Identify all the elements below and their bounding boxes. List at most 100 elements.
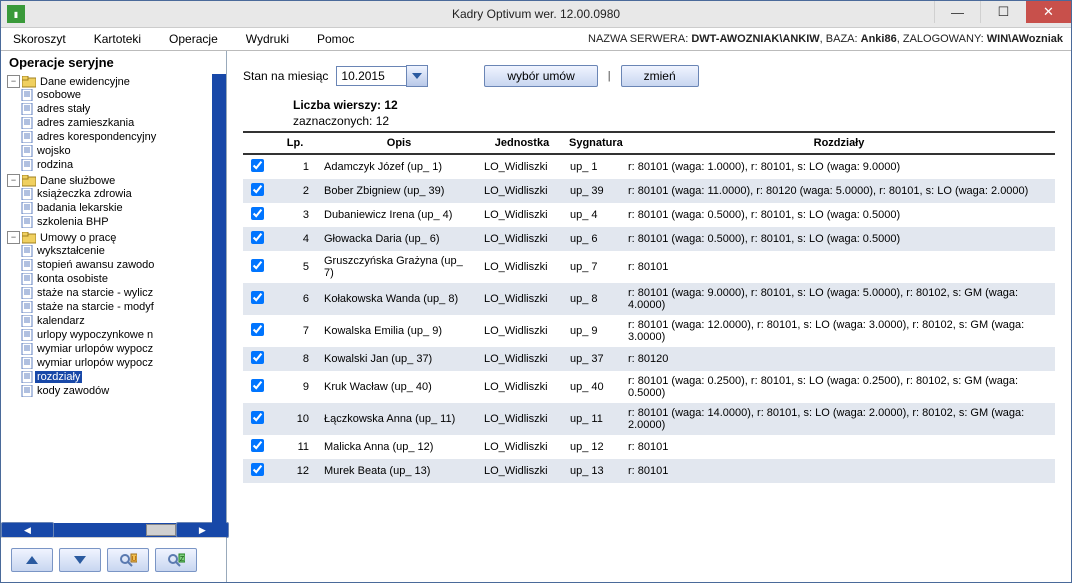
tree-item[interactable]: rodzina	[21, 159, 212, 171]
sidebar-hscroll[interactable]: ◀ ▶	[1, 523, 226, 537]
tree-group[interactable]: −Dane ewidencyjne	[7, 75, 212, 88]
table-wrap: Lp. Opis Jednostka Sygnatura Rozdziały 1…	[243, 133, 1055, 483]
cell-lp: 8	[271, 347, 319, 371]
table-row[interactable]: 8Kowalski Jan (up_ 37)LO_Widliszkiup_ 37…	[243, 347, 1055, 371]
tree-item[interactable]: kody zawodów	[21, 385, 212, 397]
row-checkbox-cell	[243, 347, 271, 371]
tree-item[interactable]: staże na starcie - modyf	[21, 301, 212, 313]
table-row[interactable]: 4Głowacka Daria (up_ 6)LO_Widliszkiup_ 6…	[243, 227, 1055, 251]
row-checkbox[interactable]	[251, 183, 264, 196]
table-row[interactable]: 1Adamczyk Józef (up_ 1)LO_Widliszkiup_ 1…	[243, 154, 1055, 179]
row-checkbox[interactable]	[251, 323, 264, 336]
cell-lp: 6	[271, 283, 319, 315]
row-checkbox-cell	[243, 227, 271, 251]
tree-item[interactable]: konta osobiste	[21, 273, 212, 285]
row-checkbox[interactable]	[251, 439, 264, 452]
row-checkbox[interactable]	[251, 291, 264, 304]
col-sygnatura: Sygnatura	[565, 133, 623, 154]
hscroll-thumb[interactable]	[146, 524, 176, 536]
row-checkbox[interactable]	[251, 159, 264, 172]
tree-item-label: wymiar urlopów wypocz	[35, 357, 155, 369]
tree-item[interactable]: wymiar urlopów wypocz	[21, 343, 212, 355]
document-icon	[21, 216, 33, 228]
table-row[interactable]: 2Bober Zbigniew (up_ 39)LO_Widliszkiup_ …	[243, 179, 1055, 203]
move-up-button[interactable]	[11, 548, 53, 572]
menu-operacje[interactable]: Operacje	[165, 30, 222, 48]
table-header-row: Lp. Opis Jednostka Sygnatura Rozdziały	[243, 133, 1055, 154]
search-z-button[interactable]: Z	[155, 548, 197, 572]
minimize-button[interactable]: —	[934, 1, 980, 23]
document-icon	[21, 202, 33, 214]
tree-item[interactable]: adres korespondencyjny	[21, 131, 212, 143]
hscroll-left[interactable]: ◀	[1, 522, 54, 538]
tree-scroll-up[interactable]: ▲	[213, 76, 225, 90]
svg-text:U: U	[131, 556, 136, 563]
tree-item[interactable]: szkolenia BHP	[21, 216, 212, 228]
row-checkbox-cell	[243, 251, 271, 283]
row-checkbox[interactable]	[251, 351, 264, 364]
select-contracts-button[interactable]: wybór umów	[484, 65, 597, 87]
table-row[interactable]: 7Kowalska Emilia (up_ 9)LO_Widliszkiup_ …	[243, 315, 1055, 347]
tree-item[interactable]: książeczka zdrowia	[21, 188, 212, 200]
cell-rozdzialy: r: 80101 (waga: 1.0000), r: 80101, s: LO…	[623, 154, 1055, 179]
tree-item[interactable]: kalendarz	[21, 315, 212, 327]
tree-group[interactable]: − Dane służbowe	[7, 174, 212, 187]
table-row[interactable]: 9Kruk Wacław (up_ 40)LO_Widliszkiup_ 40r…	[243, 371, 1055, 403]
move-down-button[interactable]	[59, 548, 101, 572]
table-row[interactable]: 5Gruszczyńska Grażyna (up_ 7)LO_Widliszk…	[243, 251, 1055, 283]
tree-item[interactable]: rozdziały	[21, 371, 212, 383]
menu-pomoc[interactable]: Pomoc	[313, 30, 358, 48]
table-row[interactable]: 10Łączkowska Anna (up_ 11)LO_Widliszkiup…	[243, 403, 1055, 435]
folder-icon	[22, 232, 36, 244]
collapse-icon[interactable]: −	[7, 174, 20, 187]
tree-item[interactable]: wykształcenie	[21, 245, 212, 257]
tree-item[interactable]: wymiar urlopów wypocz	[21, 357, 212, 369]
tree-scroll-down[interactable]: ▼	[213, 507, 225, 521]
maximize-button[interactable]: ☐	[980, 1, 1026, 23]
collapse-icon[interactable]: −	[7, 231, 20, 244]
window-buttons: — ☐ ✕	[934, 1, 1071, 27]
tree-item[interactable]: staże na starcie - wylicz	[21, 287, 212, 299]
month-combo[interactable]	[336, 65, 428, 87]
table-row[interactable]: 6Kołakowska Wanda (up_ 8)LO_Widliszkiup_…	[243, 283, 1055, 315]
tree-item-label: wojsko	[35, 145, 73, 157]
tree-item-label: stopień awansu zawodo	[35, 259, 156, 271]
cell-lp: 9	[271, 371, 319, 403]
tree-item[interactable]: adres stały	[21, 103, 212, 115]
menu-kartoteki[interactable]: Kartoteki	[90, 30, 145, 48]
tree-item-label: adres zamieszkania	[35, 117, 136, 129]
tree-item[interactable]: osobowe	[21, 89, 212, 101]
month-input[interactable]	[336, 66, 406, 86]
table-row[interactable]: 11Malicka Anna (up_ 12)LO_Widliszkiup_ 1…	[243, 435, 1055, 459]
document-icon	[21, 357, 33, 369]
search-u-button[interactable]: U	[107, 548, 149, 572]
row-checkbox[interactable]	[251, 463, 264, 476]
close-button[interactable]: ✕	[1026, 1, 1071, 23]
menu-skoroszyt[interactable]: Skoroszyt	[9, 30, 70, 48]
month-dropdown-icon[interactable]	[406, 65, 428, 87]
collapse-icon[interactable]: −	[7, 75, 20, 88]
tree-view: ▲ ▼ −Dane ewidencyjneosobowe adres stały a…	[1, 74, 226, 523]
filter-row: Stan na miesiąc wybór umów | zmień	[243, 65, 1059, 87]
cell-rozdzialy: r: 80101 (waga: 0.2500), r: 80101, s: LO…	[623, 371, 1055, 403]
tree-item[interactable]: adres zamieszkania	[21, 117, 212, 129]
tree-group-label: Dane służbowe	[38, 175, 117, 187]
row-checkbox[interactable]	[251, 259, 264, 272]
table-row[interactable]: 12Murek Beata (up_ 13)LO_Widliszkiup_ 13…	[243, 459, 1055, 483]
menu-wydruki[interactable]: Wydruki	[242, 30, 293, 48]
row-checkbox[interactable]	[251, 411, 264, 424]
tree-item[interactable]: urlopy wypoczynkowe n	[21, 329, 212, 341]
tree-item[interactable]: wojsko	[21, 145, 212, 157]
row-checkbox[interactable]	[251, 231, 264, 244]
row-checkbox[interactable]	[251, 379, 264, 392]
col-opis: Opis	[319, 133, 479, 154]
row-checkbox[interactable]	[251, 207, 264, 220]
table-row[interactable]: 3Dubaniewicz Irena (up_ 4)LO_Widliszkiup…	[243, 203, 1055, 227]
tree-item-label: osobowe	[35, 89, 83, 101]
tree-group[interactable]: −Umowy o pracę	[7, 231, 212, 244]
change-button[interactable]: zmień	[621, 65, 699, 87]
hscroll-right[interactable]: ▶	[176, 522, 229, 538]
tree-item[interactable]: badania lekarskie	[21, 202, 212, 214]
tree-item[interactable]: stopień awansu zawodo	[21, 259, 212, 271]
tree-item-label: staże na starcie - modyf	[35, 301, 156, 313]
